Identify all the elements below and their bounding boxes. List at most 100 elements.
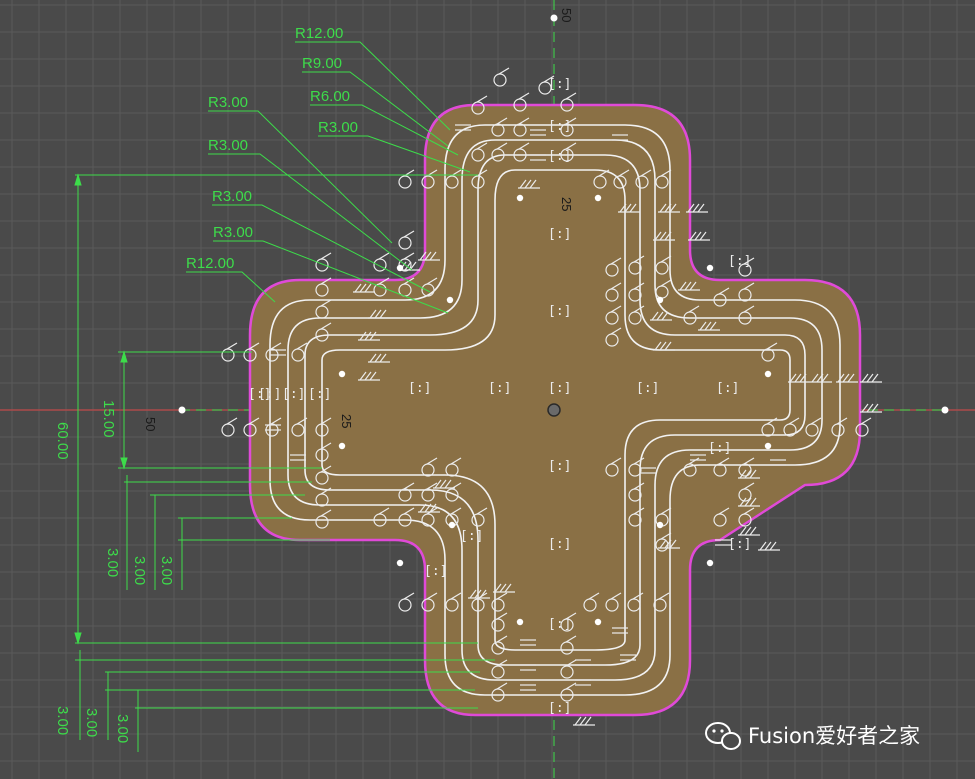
dim-offset-f[interactable]: 3.00 (114, 714, 131, 743)
midpoint-constraint-icon[interactable]: [:] (548, 304, 571, 319)
dim-overall-height[interactable]: 60.00 (54, 422, 71, 460)
dim-offset-d[interactable]: 3.00 (54, 706, 71, 735)
radius-label-r6[interactable]: R6.00 (310, 88, 350, 105)
sketch-point[interactable] (338, 370, 346, 378)
tangent-constraint-icon-tick (860, 417, 872, 425)
sketch-point[interactable] (656, 521, 664, 529)
midpoint-constraint-icon[interactable]: [:] (708, 441, 731, 456)
midpoint-constraint-icon[interactable]: [:] (636, 381, 659, 396)
midpoint-constraint-icon[interactable]: [:] (548, 381, 571, 396)
sketch-point[interactable] (764, 442, 772, 450)
radius-label-r9[interactable]: R9.00 (302, 55, 342, 72)
midpoint-constraint-icon[interactable]: [:] (548, 459, 571, 474)
axis-end-left[interactable] (178, 406, 186, 414)
sketch-point[interactable] (448, 521, 456, 529)
sketch-point[interactable] (706, 559, 714, 567)
radius-label-r12-left[interactable]: R12.00 (186, 255, 234, 272)
sketch-point[interactable] (446, 296, 454, 304)
radius-label-r3-top[interactable]: R3.00 (318, 119, 358, 136)
midpoint-constraint-icon[interactable]: [:] (548, 701, 571, 716)
sketch-point[interactable] (396, 264, 404, 272)
midpoint-constraint-icon[interactable]: [:] (728, 254, 751, 269)
fix-constraint-icon[interactable] (579, 716, 587, 726)
sketch-point[interactable] (516, 618, 524, 626)
axis-label-left: 50 (143, 417, 158, 431)
axis-label-top: 50 (559, 8, 574, 22)
watermark: Fusion爱好者之家 (705, 722, 920, 750)
axis-end-right[interactable] (941, 406, 949, 414)
sketch-point[interactable] (594, 618, 602, 626)
axis-label-inner-h: 25 (339, 414, 354, 428)
sketch-point[interactable] (516, 194, 524, 202)
fix-constraint-icon[interactable] (574, 716, 582, 726)
midpoint-constraint-icon[interactable]: [:] (548, 149, 571, 164)
tangent-constraint-icon-tick (498, 67, 510, 75)
midpoint-constraint-icon[interactable]: [:] (248, 387, 271, 402)
tangent-constraint-icon[interactable] (398, 236, 412, 250)
sketch-point[interactable] (764, 370, 772, 378)
midpoint-constraint-icon[interactable]: [:] (308, 387, 331, 402)
tangent-constraint-icon-tick (403, 230, 415, 238)
wechat-icon (705, 722, 741, 750)
fix-constraint-icon[interactable] (866, 373, 874, 383)
origin-point[interactable] (547, 403, 561, 417)
fix-constraint-icon[interactable] (697, 203, 705, 213)
tangent-constraint-icon-tick (403, 252, 415, 260)
sketch-canvas[interactable]: [:] [:] [:] [:] [:] [:] [:] [:] [:] [:] [:] [:] [:] [… (0, 0, 975, 779)
midpoint-constraint-icon[interactable]: [:] (408, 381, 431, 396)
fix-constraint-icon[interactable] (871, 403, 879, 413)
midpoint-constraint-icon[interactable]: [:] (548, 227, 571, 242)
tangent-constraint-icon-tick (403, 592, 415, 600)
midpoint-constraint-icon[interactable]: [:] (548, 537, 571, 552)
tangent-constraint-icon-tick (378, 252, 390, 260)
fix-constraint-icon[interactable] (861, 373, 869, 383)
fix-constraint-icon[interactable] (759, 541, 767, 551)
dim-offset-e[interactable]: 3.00 (83, 708, 100, 737)
radius-labels: R12.00 R9.00 R6.00 R3.00 R3.00 R3.00 R3.… (186, 25, 358, 272)
midpoint-constraint-icon[interactable]: [:] (488, 381, 511, 396)
radius-label-r3-d[interactable]: R3.00 (213, 224, 253, 241)
midpoint-constraint-icon[interactable]: [:] (548, 119, 571, 134)
sketch-point[interactable] (706, 264, 714, 272)
midpoint-constraint-icon[interactable]: [:] (282, 387, 305, 402)
axis-end-top[interactable] (550, 14, 558, 22)
tangent-constraint-icon[interactable] (315, 258, 329, 272)
fix-constraint-icon[interactable] (866, 403, 874, 413)
radius-label-r12-top[interactable]: R12.00 (295, 25, 343, 42)
tangent-constraint-icon[interactable] (493, 73, 507, 87)
watermark-text: Fusion爱好者之家 (748, 724, 920, 748)
fix-constraint-icon[interactable] (694, 231, 702, 241)
sketch-point[interactable] (338, 442, 346, 450)
fix-constraint-icon[interactable] (699, 231, 707, 241)
midpoint-constraint-icon[interactable]: [:] (548, 617, 571, 632)
sketch-point[interactable] (396, 559, 404, 567)
dim-offset-a[interactable]: 3.00 (104, 548, 121, 577)
dim-arm-width[interactable]: 15.00 (100, 400, 117, 438)
tangent-constraint-icon[interactable] (398, 598, 412, 612)
fix-constraint-icon[interactable] (861, 403, 869, 413)
tangent-constraint-icon[interactable] (398, 175, 412, 189)
fix-constraint-icon[interactable] (871, 373, 879, 383)
tangent-constraint-icon-tick (320, 252, 332, 260)
fix-constraint-icon[interactable] (749, 526, 757, 536)
fix-constraint-icon[interactable] (744, 526, 752, 536)
radius-label-r3-a[interactable]: R3.00 (208, 94, 248, 111)
midpoint-constraint-icon[interactable]: [:] (548, 77, 571, 92)
fix-constraint-icon[interactable] (584, 716, 592, 726)
sketch-point[interactable] (656, 296, 664, 304)
radius-label-r3-b[interactable]: R3.00 (208, 137, 248, 154)
tangent-constraint-icon-tick (476, 95, 488, 103)
radius-label-r3-c[interactable]: R3.00 (212, 188, 252, 205)
fix-constraint-icon[interactable] (769, 541, 777, 551)
tangent-constraint-icon-tick (518, 92, 530, 100)
tangent-constraint-icon[interactable] (373, 258, 387, 272)
midpoint-constraint-icon[interactable]: [:] (460, 529, 483, 544)
midpoint-constraint-icon[interactable]: [:] (728, 537, 751, 552)
dim-offset-b[interactable]: 3.00 (131, 556, 148, 585)
sketch-point[interactable] (594, 194, 602, 202)
midpoint-constraint-icon[interactable]: [:] (716, 381, 739, 396)
midpoint-constraint-icon[interactable]: [:] (424, 564, 447, 579)
tangent-constraint-icon-tick (565, 92, 577, 100)
dim-offset-c[interactable]: 3.00 (158, 556, 175, 585)
fix-constraint-icon[interactable] (692, 203, 700, 213)
